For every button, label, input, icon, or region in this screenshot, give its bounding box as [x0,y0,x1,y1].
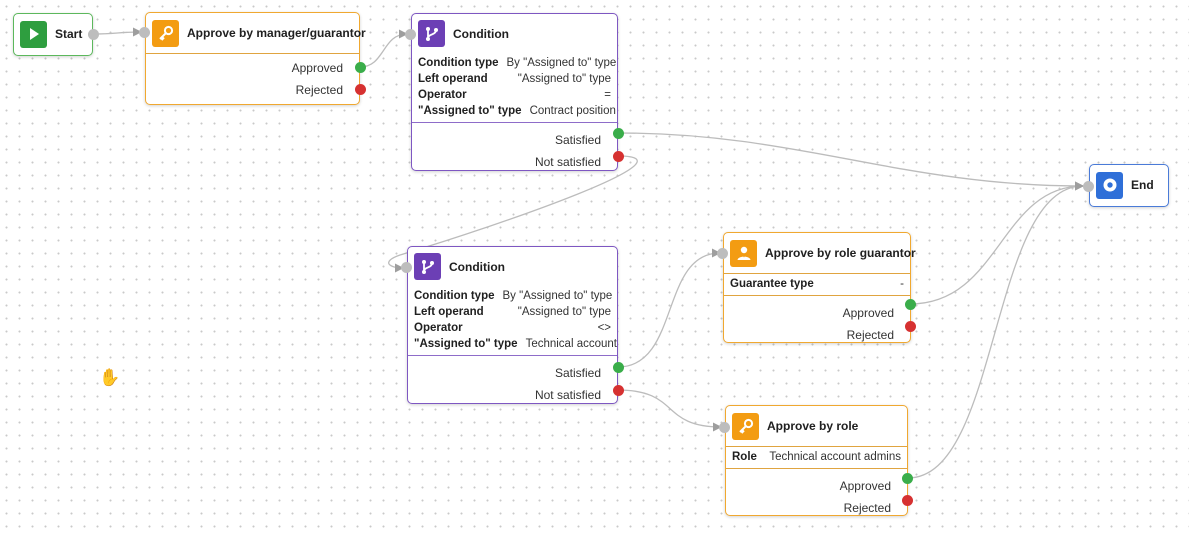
edge-satisfied2-to-role-guarantor [617,248,721,368]
approve-role-guarantor-input-port[interactable] [717,248,728,259]
edge-guarantor-approved-to-end [909,181,1084,305]
approve-role-guarantor-approved-port[interactable] [905,299,916,310]
condition1-properties: Condition type By "Assigned to" type Left… [412,53,617,123]
condition1-title: Condition [453,26,509,41]
play-icon [20,20,47,48]
approve-manager-approved-port[interactable] [355,62,366,73]
start-node[interactable]: Start [13,13,93,56]
edge-role-approved-to-end [907,181,1084,479]
person-icon [730,239,757,267]
condition1-satisfied-output: Satisfied [554,133,601,147]
condition1-input-port[interactable] [405,29,416,40]
condition1-node[interactable]: Condition Condition type By "Assigned to"… [411,13,618,171]
approve-role-guarantor-approved-output: Approved [842,306,894,320]
condition2-node[interactable]: Condition Condition type By "Assigned to"… [407,246,618,404]
condition2-satisfied-output: Satisfied [554,366,601,380]
approve-manager-approved-output: Approved [291,61,343,75]
approve-role-approved-port[interactable] [902,473,913,484]
approve-role-guarantor-rejected-output: Rejected [846,328,894,342]
approve-role-guarantor-node[interactable]: Approve by role guarantor Guarantee type… [723,232,916,343]
condition2-title: Condition [449,259,505,274]
edge-notsatisfied2-to-approve-role [617,389,722,432]
edge-satisfied-to-end [617,132,1084,191]
approve-role-guarantor-title: Approve by role guarantor [765,246,916,260]
start-title: Start [55,27,83,41]
approve-manager-rejected-output: Rejected [295,83,343,97]
branch-icon [414,253,441,280]
approve-role-guarantor-properties: Guarantee type - [724,273,910,296]
edge-approved-to-condition1 [359,29,408,68]
approve-role-rejected-port[interactable] [902,495,913,506]
condition1-satisfied-port[interactable] [613,128,624,139]
end-node[interactable]: End [1089,164,1169,207]
approve-role-rejected-output: Rejected [843,501,891,515]
start-output-port[interactable] [88,29,99,40]
approve-role-title: Approve by role [767,419,859,433]
approve-manager-rejected-port[interactable] [355,84,366,95]
hand-cursor-icon: ✋ [99,368,121,387]
approve-role-properties: Role Technical account admins [726,446,907,469]
condition2-not-satisfied-output: Not satisfied [534,388,601,402]
approve-role-input-port[interactable] [719,422,730,433]
condition2-properties: Condition type By "Assigned to" type Left… [408,286,617,356]
end-title: End [1131,178,1154,192]
approve-manager-node[interactable]: Approve by manager/guarantor Approved Re… [145,12,366,105]
stop-circle-icon [1096,171,1123,199]
workflow-canvas[interactable]: Start Approve by manager/guarantor Appro… [0,0,1189,533]
end-input-port[interactable] [1083,181,1094,192]
condition2-satisfied-port[interactable] [613,362,624,373]
approve-role-node[interactable]: Approve by role Role Technical account ad… [725,405,908,516]
condition1-not-satisfied-port[interactable] [613,151,624,162]
approve-manager-title: Approve by manager/guarantor [187,26,366,40]
key-icon [152,19,179,47]
approve-manager-input-port[interactable] [139,27,150,38]
condition1-not-satisfied-output: Not satisfied [534,155,601,169]
condition2-input-port[interactable] [401,262,412,273]
key-icon [732,412,759,440]
branch-icon [418,20,445,47]
approve-role-guarantor-rejected-port[interactable] [905,321,916,332]
edge-start-to-approve-manager [93,27,142,37]
condition2-not-satisfied-port[interactable] [613,385,624,396]
approve-role-approved-output: Approved [839,479,891,493]
